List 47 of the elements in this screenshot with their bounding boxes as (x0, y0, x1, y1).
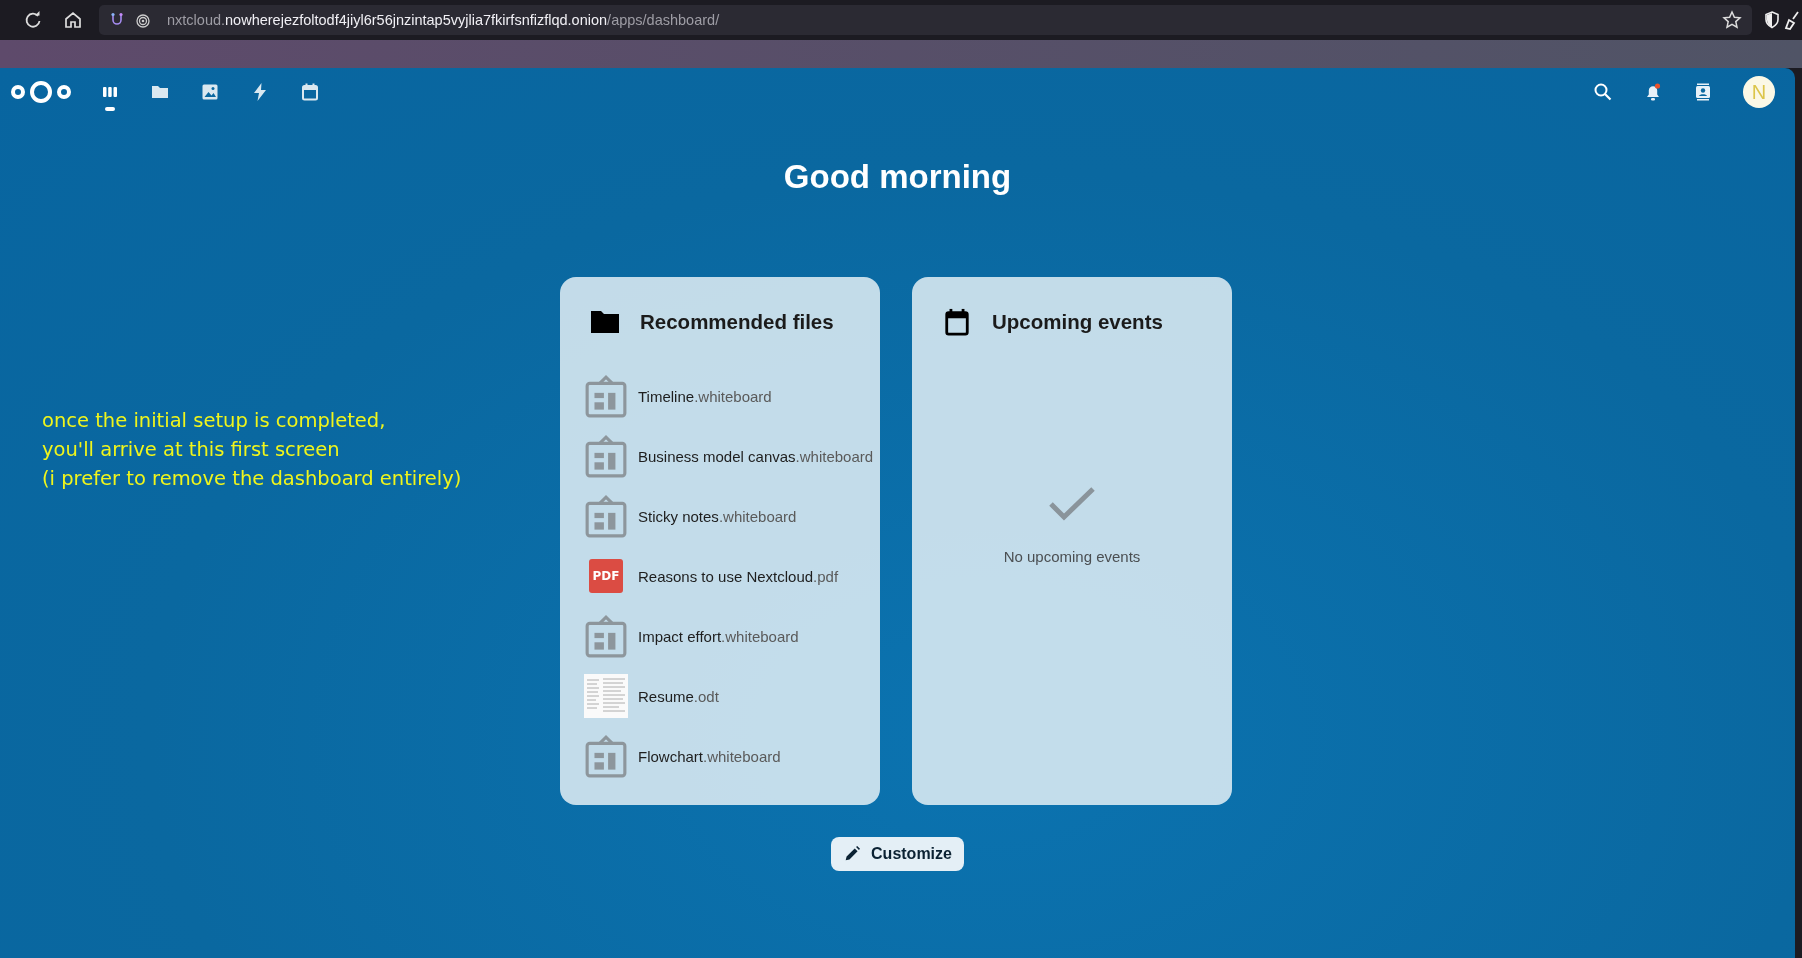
file-name: Resume.odt (638, 687, 719, 705)
whiteboard-icon (584, 734, 628, 778)
star-icon[interactable] (1722, 10, 1742, 30)
home-icon[interactable] (63, 10, 83, 30)
file-item[interactable]: Business model canvas.whiteboard (584, 426, 880, 486)
calendar-icon (300, 82, 320, 102)
onion-icon[interactable] (135, 12, 151, 28)
search-icon[interactable] (1593, 82, 1613, 102)
widget-title: Recommended files (640, 310, 834, 334)
whiteboard-icon (584, 494, 628, 538)
file-name: Business model canvas.whiteboard (638, 447, 874, 465)
whiteboard-icon (584, 374, 628, 418)
file-name: Impact effort.whiteboard (638, 627, 799, 645)
reload-icon[interactable] (23, 10, 43, 30)
calendar-icon (942, 308, 972, 336)
file-item[interactable]: Resume.odt (584, 666, 880, 726)
image-icon (200, 82, 220, 102)
file-item[interactable]: Timeline.whiteboard (584, 366, 880, 426)
annotation-text: (i prefer to remove the dashboard entirely) (42, 466, 462, 492)
widget-title: Upcoming events (992, 310, 1163, 334)
file-name: Flowchart.whiteboard (638, 747, 781, 765)
checkmark-icon (1048, 486, 1096, 522)
file-item[interactable]: PDF Reasons to use Nextcloud.pdf (584, 546, 880, 606)
file-item[interactable]: Impact effort.whiteboard (584, 606, 880, 666)
whiteboard-icon (584, 434, 628, 478)
url-text: nxtcloud.nowherejezfoltodf4jiyl6r56jnzintap5vyjlia7fkirfsnfizflqd.onion/apps/dashboard/ (167, 12, 720, 28)
whiteboard-icon (584, 614, 628, 658)
nextcloud-logo[interactable] (10, 79, 72, 105)
broom-icon[interactable] (1782, 10, 1802, 30)
pdf-icon: PDF (589, 559, 623, 593)
empty-message: No upcoming events (1003, 548, 1141, 565)
contacts-icon[interactable] (1693, 82, 1713, 102)
file-name: Timeline.whiteboard (638, 387, 772, 405)
address-bar[interactable]: nxtcloud.nowherejezfoltodf4jiyl6r56jnzintap5vyjlia7fkirfsnfizflqd.onion/apps/dashboard/ (99, 5, 1752, 35)
document-thumbnail (584, 674, 628, 718)
annotation-text: you'll arrive at this first screen (42, 437, 341, 463)
customize-button[interactable]: Customize (831, 837, 964, 871)
file-name: Sticky notes.whiteboard (638, 507, 797, 525)
pencil-icon (843, 845, 862, 863)
file-item[interactable]: Flowchart.whiteboard (584, 726, 880, 786)
circuit-icon[interactable] (109, 12, 125, 28)
file-item[interactable]: Sticky notes.whiteboard (584, 486, 880, 546)
greeting-heading: Good morning (783, 158, 1012, 196)
annotation-text: once the initial setup is completed, (42, 408, 387, 434)
folder-icon (590, 308, 620, 336)
file-name: Reasons to use Nextcloud.pdf (638, 567, 839, 585)
shield-icon[interactable] (1762, 10, 1782, 30)
